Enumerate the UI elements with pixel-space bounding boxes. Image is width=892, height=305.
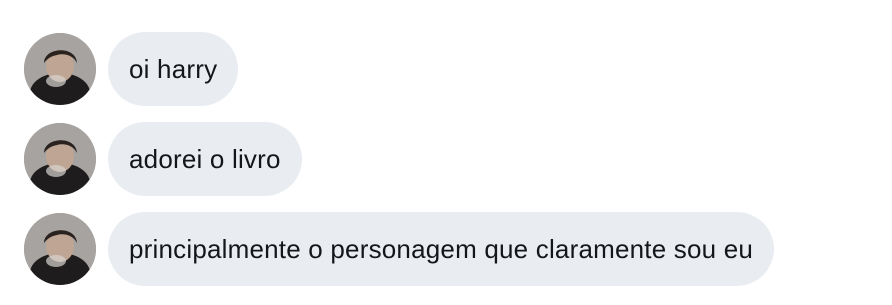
chat-conversation: oi harry adorei o livro principalmente o… bbox=[0, 0, 892, 305]
message-text: principalmente o personagem que claramen… bbox=[129, 233, 754, 264]
message-row: oi harry bbox=[24, 32, 239, 106]
message-bubble[interactable]: oi harry bbox=[108, 32, 239, 106]
message-bubble[interactable]: adorei o livro bbox=[108, 122, 302, 196]
sender-avatar[interactable] bbox=[24, 213, 96, 285]
user-photo-avatar-icon bbox=[24, 213, 96, 285]
message-row: principalmente o personagem que claramen… bbox=[24, 212, 775, 286]
sender-avatar[interactable] bbox=[24, 33, 96, 105]
sender-avatar[interactable] bbox=[24, 123, 96, 195]
message-row: adorei o livro bbox=[24, 122, 302, 196]
message-bubble[interactable]: principalmente o personagem que claramen… bbox=[108, 212, 775, 286]
user-photo-avatar-icon bbox=[24, 123, 96, 195]
message-text: oi harry bbox=[129, 53, 218, 84]
message-text: adorei o livro bbox=[129, 143, 281, 174]
user-photo-avatar-icon bbox=[24, 33, 96, 105]
